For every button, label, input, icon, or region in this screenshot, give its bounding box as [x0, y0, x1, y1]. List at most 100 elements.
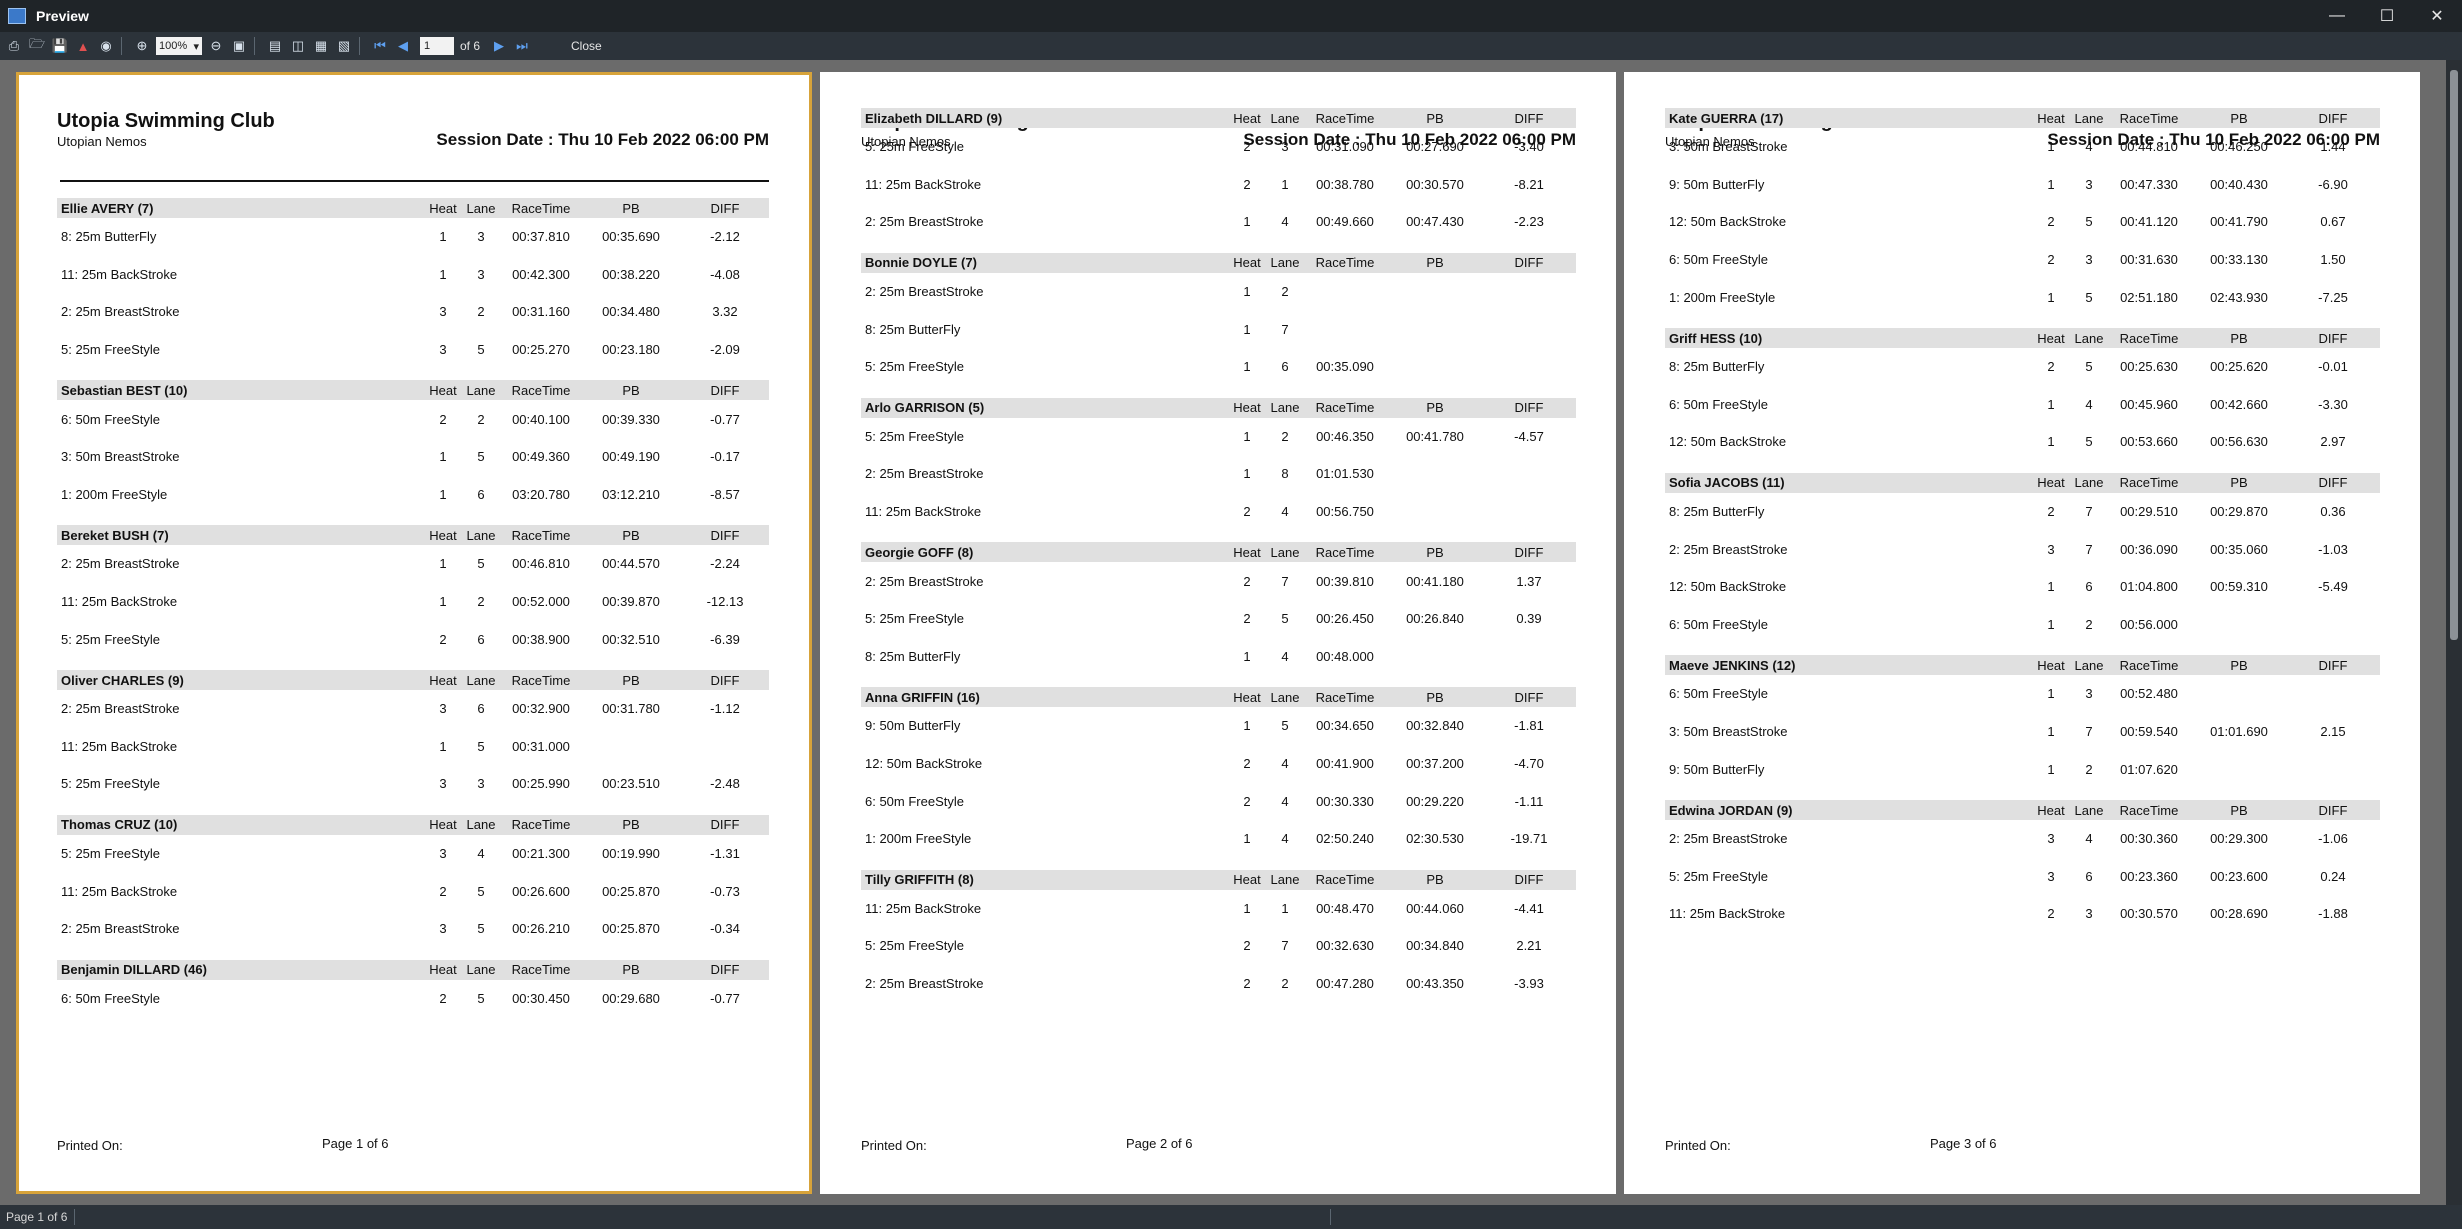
racetime-header: RaceTime — [511, 817, 571, 833]
event-name: 2: 25m BreastStroke — [61, 701, 180, 717]
heat-value: 3 — [439, 921, 447, 937]
page-number-input[interactable]: 1 — [420, 37, 454, 55]
pb-value: 00:25.870 — [602, 921, 660, 937]
lane-value: 7 — [2085, 541, 2093, 557]
result-row: 8: 25m ButterFly 2 5 00:25.630 00:25.620 -0.0… — [1665, 348, 2380, 386]
lane-value: 4 — [1281, 831, 1289, 847]
heat-value: 3 — [439, 846, 447, 862]
racetime-value: 02:51.180 — [2120, 289, 2178, 305]
swimmer-name: Griff HESS (10) — [1669, 330, 1763, 346]
result-row: 9: 50m ButterFly 1 2 01:07.620 — [1665, 750, 2380, 788]
racetime-value: 00:29.510 — [2120, 504, 2178, 520]
lane-value: 6 — [477, 701, 485, 717]
result-row: 2: 25m BreastStroke 3 4 00:30.360 00:29.300 -… — [1665, 820, 2380, 858]
pb-value: 00:29.870 — [2210, 504, 2268, 520]
lane-value: 5 — [2085, 289, 2093, 305]
event-name: 12: 50m BackStroke — [1669, 434, 1787, 450]
multi-page-icon[interactable]: ▦ — [312, 37, 330, 55]
swimmer-block: Tilly GRIFFITH (8) Heat Lane RaceTime PB DIFF… — [861, 869, 1576, 1003]
heat-value: 1 — [1243, 648, 1251, 664]
pb-value: 00:23.180 — [602, 342, 660, 358]
racetime-value: 00:23.360 — [2120, 868, 2178, 884]
fit-page-icon[interactable]: ▣ — [230, 37, 248, 55]
lane-value: 2 — [1281, 428, 1289, 444]
pb-value: 00:30.570 — [1406, 176, 1464, 192]
print-icon[interactable]: ⎙ — [5, 37, 23, 55]
heat-header: Heat — [1233, 400, 1261, 416]
last-page-icon[interactable]: ⏭ — [513, 37, 531, 55]
result-row: 6: 50m FreeStyle 1 4 00:45.960 00:42.660 -3.3… — [1665, 386, 2380, 424]
heat-value: 3 — [439, 776, 447, 792]
swimmer-name: Elizabeth DILLARD (9) — [865, 110, 1003, 126]
diff-value: -0.34 — [710, 921, 740, 937]
diff-header: DIFF — [1514, 255, 1544, 271]
racetime-value: 00:35.090 — [1316, 359, 1374, 375]
heat-value: 2 — [2047, 214, 2055, 230]
event-name: 11: 25m BackStroke — [61, 738, 178, 754]
lane-value: 3 — [2085, 176, 2093, 192]
close-window-button[interactable]: ✕ — [2412, 0, 2462, 32]
zoom-select[interactable]: 100% ▾ — [156, 37, 202, 55]
diff-value: -4.08 — [710, 266, 740, 282]
printed-on-label: Printed On: — [57, 1138, 123, 1153]
heat-value: 1 — [1243, 718, 1251, 734]
racetime-header: RaceTime — [2119, 657, 2179, 673]
racetime-header: RaceTime — [2119, 110, 2179, 126]
pdf-icon[interactable]: ▲ — [74, 37, 92, 55]
heat-value: 3 — [439, 701, 447, 717]
report-page[interactable]: Utopia Swimming ClubUtopian NemosSession… — [16, 72, 812, 1194]
first-page-icon[interactable]: ⏮ — [371, 37, 389, 55]
swimmer-header: Kate GUERRA (17) Heat Lane RaceTime PB DIFF — [1665, 108, 2380, 128]
find-icon[interactable]: ◉ — [97, 37, 115, 55]
open-icon[interactable]: 🗁 — [28, 36, 46, 55]
heat-value: 2 — [1243, 611, 1251, 627]
heat-value: 1 — [439, 738, 447, 754]
swimmer-name: Bonnie DOYLE (7) — [865, 255, 977, 271]
racetime-value: 00:32.630 — [1316, 938, 1374, 954]
result-row: 9: 50m ButterFly 1 5 00:34.650 00:32.840 -1.8… — [861, 707, 1576, 745]
diff-value: 0.24 — [2320, 868, 2346, 884]
next-page-icon[interactable]: ▶ — [490, 37, 508, 55]
save-icon[interactable]: 💾 — [51, 37, 69, 55]
pb-value: 00:40.430 — [2210, 176, 2268, 192]
previous-page-icon[interactable]: ◀ — [394, 37, 412, 55]
zoom-in-icon[interactable]: ⊕ — [133, 37, 151, 55]
lane-value: 7 — [1281, 321, 1289, 337]
pb-value: 00:56.630 — [2210, 434, 2268, 450]
event-name: 9: 50m ButterFly — [1669, 761, 1765, 777]
two-pages-icon[interactable]: ◫ — [289, 37, 307, 55]
heat-value: 2 — [1243, 938, 1251, 954]
diff-header: DIFF — [2318, 110, 2348, 126]
lane-value: 5 — [2085, 214, 2093, 230]
minimize-button[interactable]: — — [2312, 0, 2362, 32]
maximize-button[interactable]: ☐ — [2362, 0, 2412, 32]
lane-header: Lane — [1270, 110, 1300, 126]
result-row: 5: 25m FreeStyle 2 5 00:26.450 00:26.840 0.39 — [861, 600, 1576, 638]
scrollbar-thumb[interactable] — [2450, 70, 2458, 640]
heat-header: Heat — [2037, 475, 2065, 491]
zoom-out-icon[interactable]: ⊖ — [207, 37, 225, 55]
heat-header: Heat — [429, 382, 457, 398]
result-row: 11: 25m BackStroke 2 4 00:56.750 — [861, 493, 1576, 531]
lane-header: Lane — [466, 200, 496, 216]
close-button[interactable]: Close — [571, 39, 602, 53]
diff-value: -1.31 — [710, 846, 740, 862]
page-setup-icon[interactable]: ▧ — [335, 37, 353, 55]
report-page[interactable]: Utopia Swimming ClubUtopian NemosSession… — [820, 72, 1616, 1194]
diff-value: -1.03 — [2318, 541, 2348, 557]
event-name: 9: 50m ButterFly — [865, 718, 961, 734]
vertical-scrollbar[interactable] — [2446, 60, 2462, 1205]
lane-value: 5 — [2085, 434, 2093, 450]
single-page-icon[interactable]: ▤ — [266, 37, 284, 55]
swimmer-block: Anna GRIFFIN (16) Heat Lane RaceTime PB DIFF 9… — [861, 687, 1576, 857]
report-page[interactable]: Utopia Swimming ClubUtopian NemosSession… — [1624, 72, 2420, 1194]
pb-value: 03:12.210 — [602, 486, 660, 502]
racetime-value: 00:42.300 — [512, 266, 570, 282]
event-name: 12: 50m BackStroke — [1669, 214, 1787, 230]
result-row: 1: 200m FreeStyle 1 4 02:50.240 02:30.530 -19… — [861, 820, 1576, 858]
swimmer-block: Elizabeth DILLARD (9) Heat Lane RaceTime PB D… — [861, 108, 1576, 241]
event-name: 1: 200m FreeStyle — [865, 831, 972, 847]
event-name: 2: 25m BreastStroke — [1669, 831, 1788, 847]
heat-value: 1 — [439, 266, 447, 282]
diff-value: 0.39 — [1516, 611, 1542, 627]
